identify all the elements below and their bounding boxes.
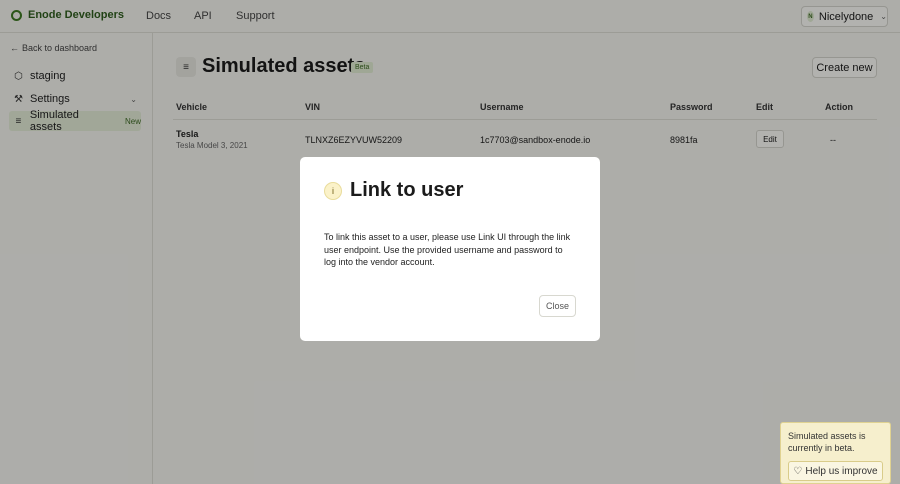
help-label: Help us improve — [805, 465, 878, 477]
link-to-user-dialog: i Link to user To link this asset to a u… — [300, 157, 600, 341]
dialog-title: Link to user — [350, 179, 464, 201]
dialog-body: To link this asset to a user, please use… — [324, 232, 571, 267]
close-button[interactable]: Close — [539, 295, 576, 317]
heart-icon: ♡ — [793, 465, 803, 477]
info-icon: i — [324, 182, 342, 200]
help-us-improve-button[interactable]: ♡ Help us improve — [788, 461, 883, 481]
beta-notice-text: Simulated assets is currently in beta. — [788, 431, 866, 453]
beta-notice: Simulated assets is currently in beta. ♡… — [780, 422, 891, 484]
